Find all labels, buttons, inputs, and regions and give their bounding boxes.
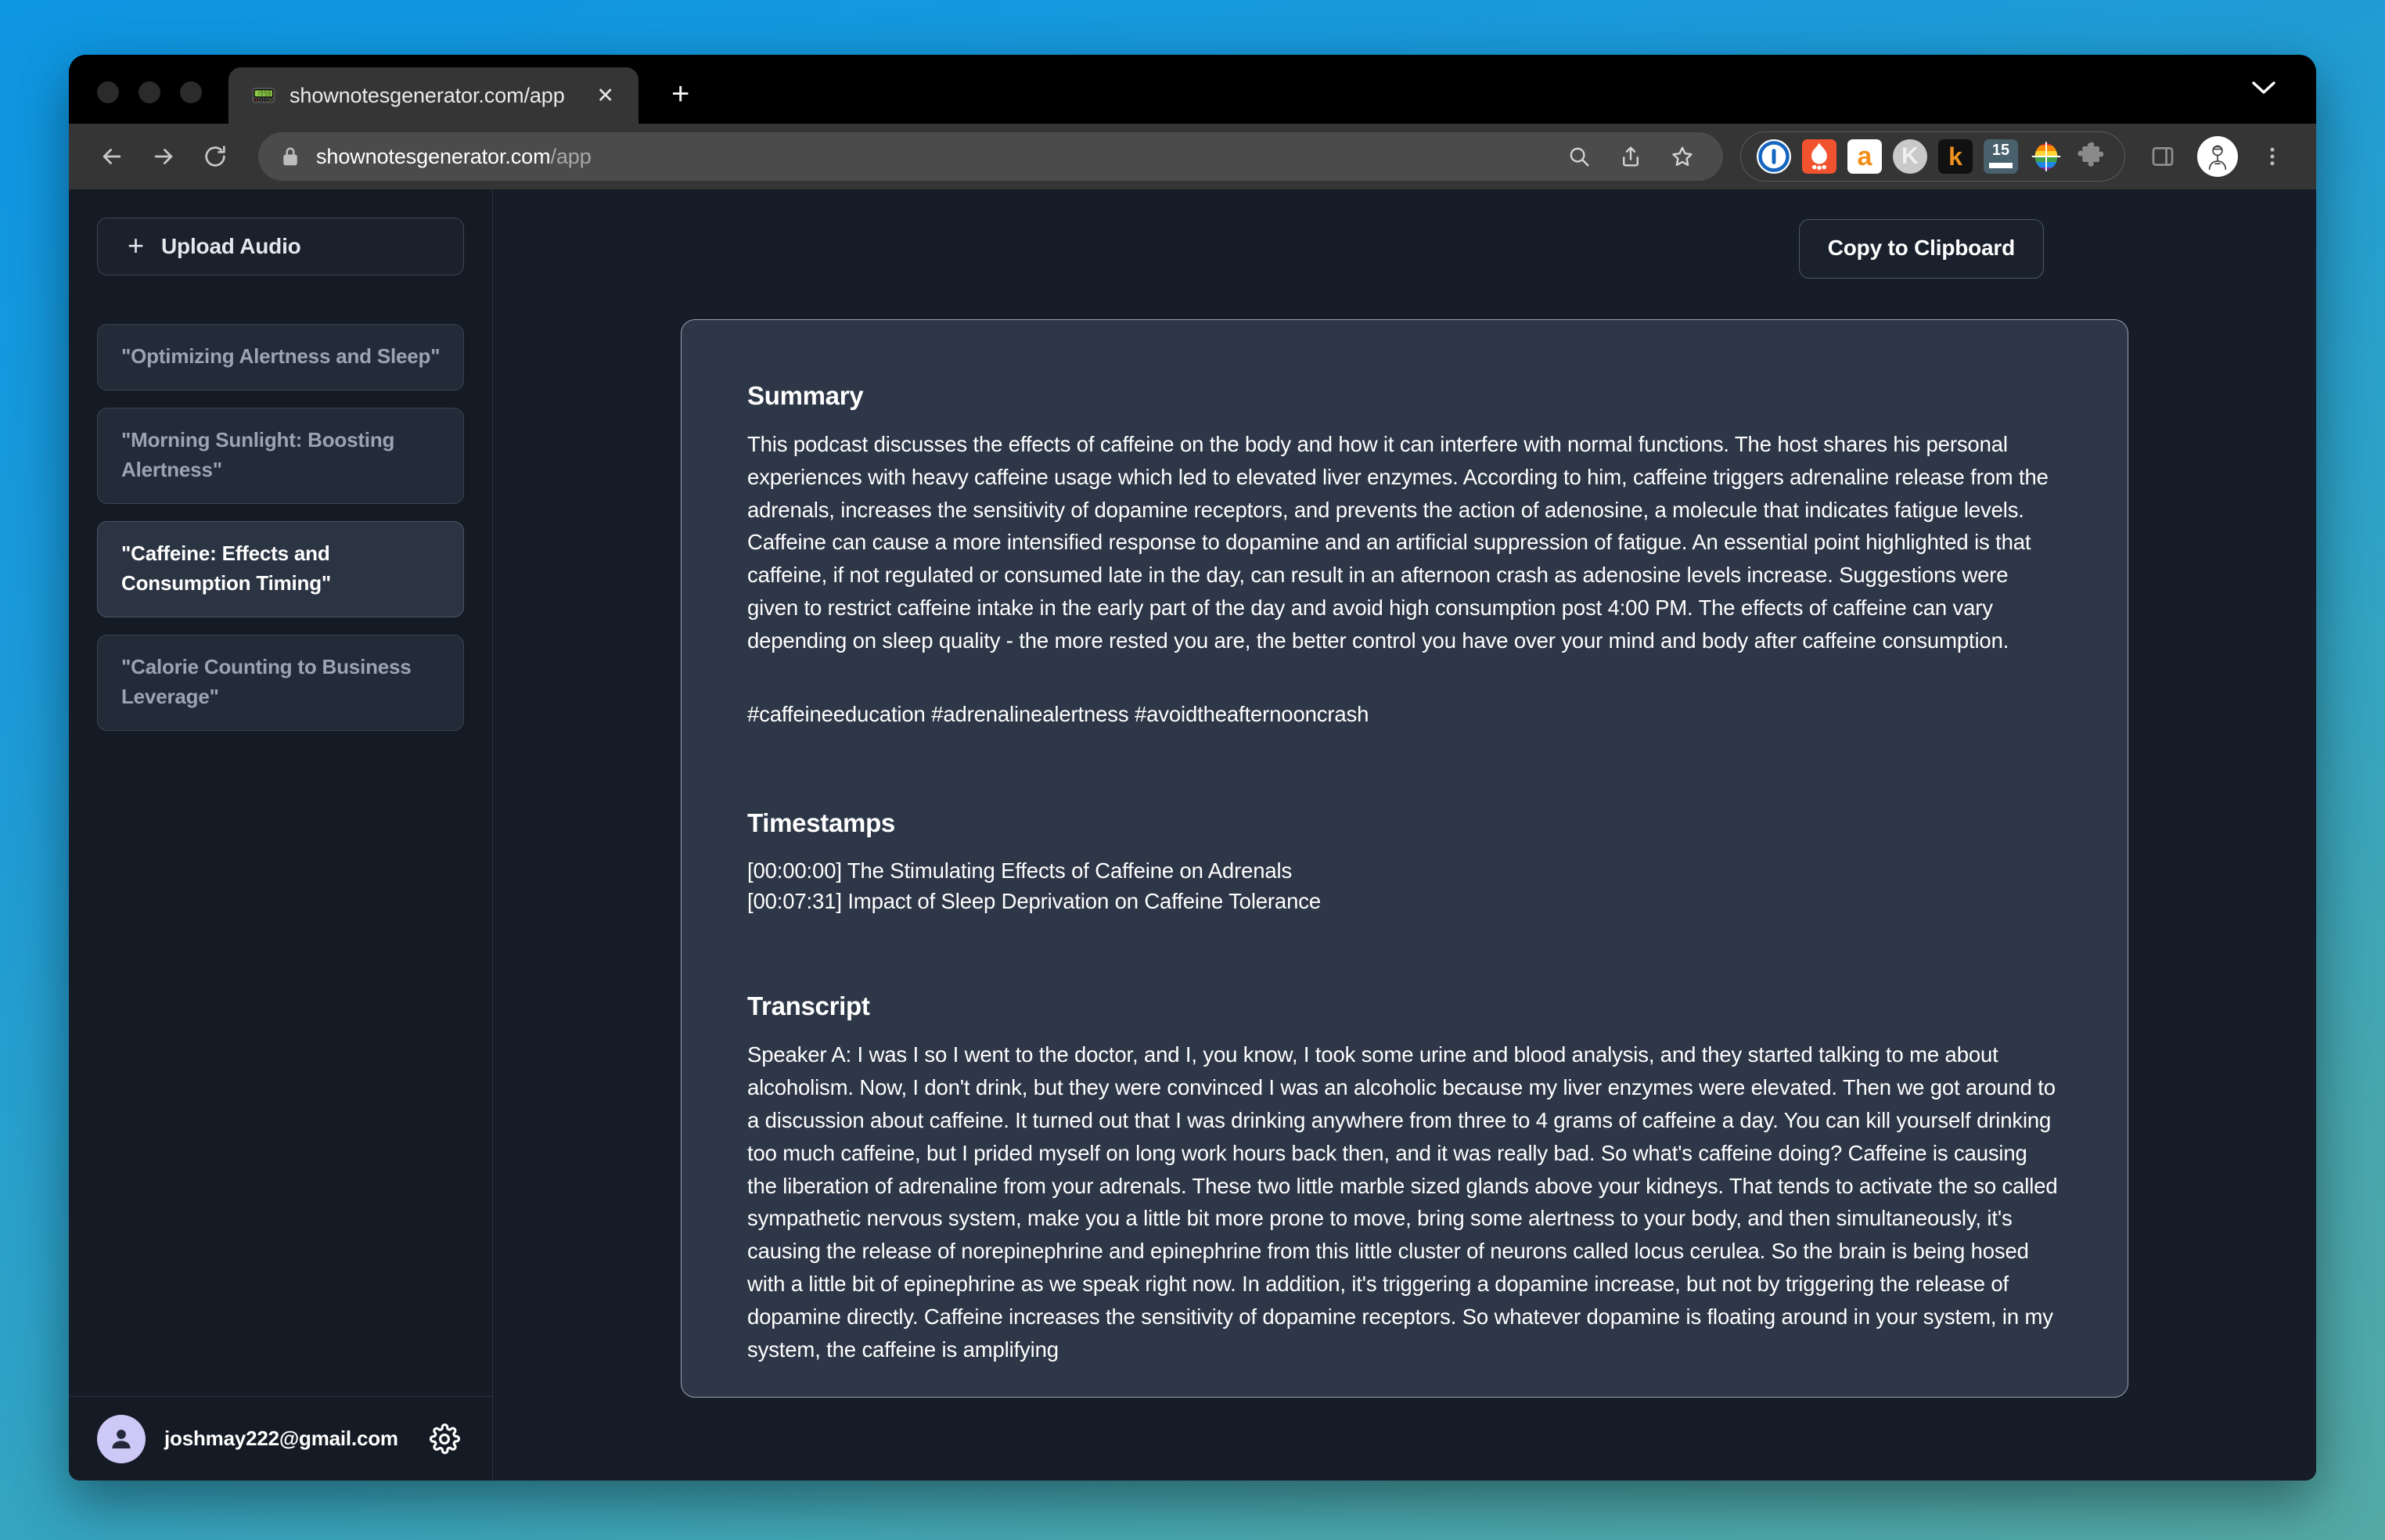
search-icon[interactable] bbox=[1556, 133, 1603, 180]
copy-to-clipboard-button[interactable]: Copy to Clipboard bbox=[1798, 219, 2044, 279]
close-tab-icon[interactable]: ✕ bbox=[590, 80, 621, 111]
url-path: /app bbox=[550, 144, 592, 168]
summary-body: This podcast discusses the effects of ca… bbox=[747, 432, 2055, 653]
web-page: + Upload Audio "Optimizing Alertness and… bbox=[69, 189, 2316, 1481]
browser-menu-icon[interactable] bbox=[2250, 135, 2294, 178]
transcript-heading: Transcript bbox=[747, 991, 870, 1021]
kameleo-extension-icon[interactable]: K bbox=[1893, 139, 1927, 174]
timestamp-entry: [00:07:31] Impact of Sleep Deprivation o… bbox=[747, 889, 1321, 914]
url-host: shownotesgenerator.com bbox=[316, 144, 551, 168]
avatar[interactable] bbox=[97, 1414, 146, 1463]
show-notes-card: Summary This podcast discusses the effec… bbox=[681, 319, 2128, 1398]
transcript-section: Transcript Speaker A: I was I so I went … bbox=[747, 991, 2062, 1365]
calendar-extension-icon[interactable]: 15 bbox=[1984, 139, 2018, 174]
pager-icon: 📟 bbox=[250, 84, 277, 107]
address-bar[interactable]: shownotesgenerator.com/app bbox=[258, 132, 1723, 181]
timestamps-section: Timestamps [00:00:00] The Stimulating Ef… bbox=[747, 808, 2062, 916]
upload-audio-label: Upload Audio bbox=[161, 234, 301, 258]
ublock-origin-extension-icon[interactable] bbox=[1757, 139, 1791, 174]
browser-window: 📟 shownotesgenerator.com/app ✕ + shownot… bbox=[69, 55, 2316, 1481]
bookmark-star-icon[interactable] bbox=[1659, 133, 1706, 180]
minimize-window-button[interactable] bbox=[138, 81, 160, 103]
sidebar-footer: joshmay222@gmail.com bbox=[69, 1396, 492, 1481]
transcript-body: Speaker A: I was I so I went to the doct… bbox=[747, 1042, 2063, 1362]
color-picker-extension-icon[interactable] bbox=[2029, 139, 2063, 174]
side-panel-icon[interactable] bbox=[2141, 135, 2185, 178]
summary-heading: Summary bbox=[747, 381, 864, 410]
browser-tab[interactable]: 📟 shownotesgenerator.com/app ✕ bbox=[228, 67, 639, 124]
chevron-down-icon[interactable] bbox=[2246, 70, 2282, 106]
share-icon[interactable] bbox=[1607, 133, 1654, 180]
keeper-extension-icon[interactable]: k bbox=[1938, 139, 1973, 174]
timestamp-entry: [00:00:00] The Stimulating Effects of Ca… bbox=[747, 858, 1293, 883]
address-bar-url: shownotesgenerator.com/app bbox=[316, 145, 1540, 169]
back-icon[interactable] bbox=[88, 132, 136, 181]
timestamps-heading: Timestamps bbox=[747, 808, 895, 838]
adblock-extension-icon[interactable]: a bbox=[1847, 139, 1882, 174]
browser-profile-avatar[interactable] bbox=[2197, 136, 2238, 177]
sidebar-episode-list: + Upload Audio "Optimizing Alertness and… bbox=[69, 189, 492, 1396]
forward-icon[interactable] bbox=[139, 132, 188, 181]
main-inner: Copy to Clipboard Summary This podcast d… bbox=[681, 219, 2128, 1398]
sidebar-item-episode-1[interactable]: "Optimizing Alertness and Sleep" bbox=[97, 324, 464, 391]
hotjar-extension-icon[interactable] bbox=[1802, 139, 1836, 174]
app-sidebar: + Upload Audio "Optimizing Alertness and… bbox=[69, 189, 493, 1481]
main-content: Copy to Clipboard Summary This podcast d… bbox=[493, 189, 2316, 1481]
window-traffic-lights bbox=[69, 81, 228, 124]
copy-row: Copy to Clipboard bbox=[681, 219, 2128, 279]
puzzle-extensions-icon[interactable] bbox=[2074, 139, 2109, 174]
browser-tab-title: shownotesgenerator.com/app bbox=[290, 83, 565, 107]
extensions-pill: a K k 15 bbox=[1740, 131, 2125, 182]
sidebar-item-episode-3[interactable]: "Caffeine: Effects and Consumption Timin… bbox=[97, 521, 464, 618]
close-window-button[interactable] bbox=[97, 81, 119, 103]
lock-icon bbox=[280, 145, 300, 168]
new-tab-icon[interactable]: + bbox=[659, 72, 703, 116]
tab-strip: 📟 shownotesgenerator.com/app ✕ + bbox=[69, 55, 2316, 124]
plus-icon: + bbox=[128, 228, 145, 261]
gear-icon[interactable] bbox=[425, 1419, 464, 1459]
sidebar-item-episode-4[interactable]: "Calorie Counting to Business Leverage" bbox=[97, 635, 464, 732]
reload-icon[interactable] bbox=[191, 132, 239, 181]
summary-section: Summary This podcast discusses the effec… bbox=[747, 381, 2062, 730]
browser-toolbar: shownotesgenerator.com/app a K k 15 bbox=[69, 124, 2316, 189]
sidebar-item-episode-2[interactable]: "Morning Sunlight: Boosting Alertness" bbox=[97, 408, 464, 505]
maximize-window-button[interactable] bbox=[180, 81, 202, 103]
upload-audio-button[interactable]: + Upload Audio bbox=[97, 218, 464, 275]
summary-hashtags: #caffeineeducation #adrenalinealertness … bbox=[747, 701, 1369, 726]
user-email: joshmay222@gmail.com bbox=[164, 1427, 398, 1450]
address-bar-actions bbox=[1556, 133, 1706, 180]
